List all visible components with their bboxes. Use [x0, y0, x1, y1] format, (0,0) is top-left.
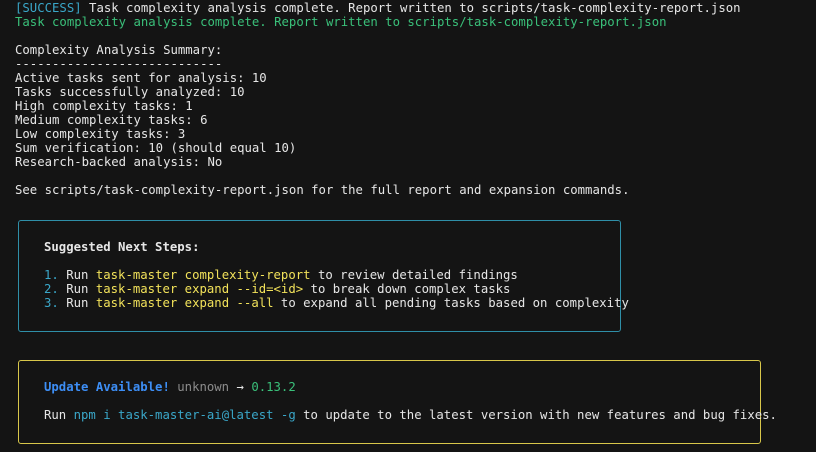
step-run: Run — [58, 282, 96, 296]
step-command[interactable]: task-master expand --id=<id> — [96, 282, 303, 296]
next-step-3: 3. Run task-master expand --all to expan… — [44, 296, 629, 311]
summary-line-low: Low complexity tasks: 3 — [15, 127, 186, 141]
success-message: Task complexity analysis complete. Repor… — [81, 1, 741, 15]
summary-line-sum: Sum verification: 10 (should equal 10) — [15, 141, 297, 155]
next-step-2: 2. Run task-master expand --id=<id> to b… — [44, 282, 511, 297]
complete-log-line: Task complexity analysis complete. Repor… — [15, 15, 667, 29]
success-log-line: [SUCCESS] Task complexity analysis compl… — [15, 1, 741, 16]
next-steps-box: Suggested Next Steps: 1. Run task-master… — [18, 220, 629, 332]
step-description: to expand all pending tasks based on com… — [273, 296, 629, 310]
step-number: 1. — [44, 268, 59, 282]
arrow-icon: → — [236, 380, 244, 394]
summary-line-research: Research-backed analysis: No — [15, 155, 223, 169]
step-command[interactable]: task-master complexity-report — [96, 268, 311, 282]
summary-see-line: See scripts/task-complexity-report.json … — [15, 183, 630, 197]
update-run-label: Run — [44, 408, 74, 422]
current-version: unknown — [177, 380, 230, 394]
latest-version: 0.13.2 — [251, 380, 296, 394]
summary-title: Complexity Analysis Summary: — [15, 43, 223, 57]
step-number: 2. — [44, 282, 59, 296]
summary-line-analyzed: Tasks successfully analyzed: 10 — [15, 85, 245, 99]
success-tag: [SUCCESS] — [15, 1, 82, 15]
next-steps-title: Suggested Next Steps: — [44, 240, 200, 254]
update-available-box: Update Available! unknown → 0.13.2 Run n… — [18, 360, 777, 444]
next-step-1: 1. Run task-master complexity-report to … — [44, 268, 518, 283]
update-description: to update to the latest version with new… — [295, 408, 777, 422]
update-title-line: Update Available! unknown → 0.13.2 — [44, 380, 296, 395]
step-run: Run — [58, 296, 96, 310]
summary-line-medium: Medium complexity tasks: 6 — [15, 113, 208, 127]
summary-line-active: Active tasks sent for analysis: 10 — [15, 71, 267, 85]
summary-divider: ---------------------------- — [15, 57, 223, 71]
step-description: to break down complex tasks — [303, 282, 511, 296]
step-description: to review detailed findings — [310, 268, 518, 282]
step-number: 3. — [44, 296, 59, 310]
summary-line-high: High complexity tasks: 1 — [15, 99, 193, 113]
update-title: Update Available! — [44, 380, 170, 394]
step-command[interactable]: task-master expand --all — [96, 296, 274, 310]
update-command[interactable]: npm i task-master-ai@latest -g — [74, 408, 296, 422]
update-instruction-line: Run npm i task-master-ai@latest -g to up… — [44, 408, 777, 423]
step-run: Run — [58, 268, 96, 282]
